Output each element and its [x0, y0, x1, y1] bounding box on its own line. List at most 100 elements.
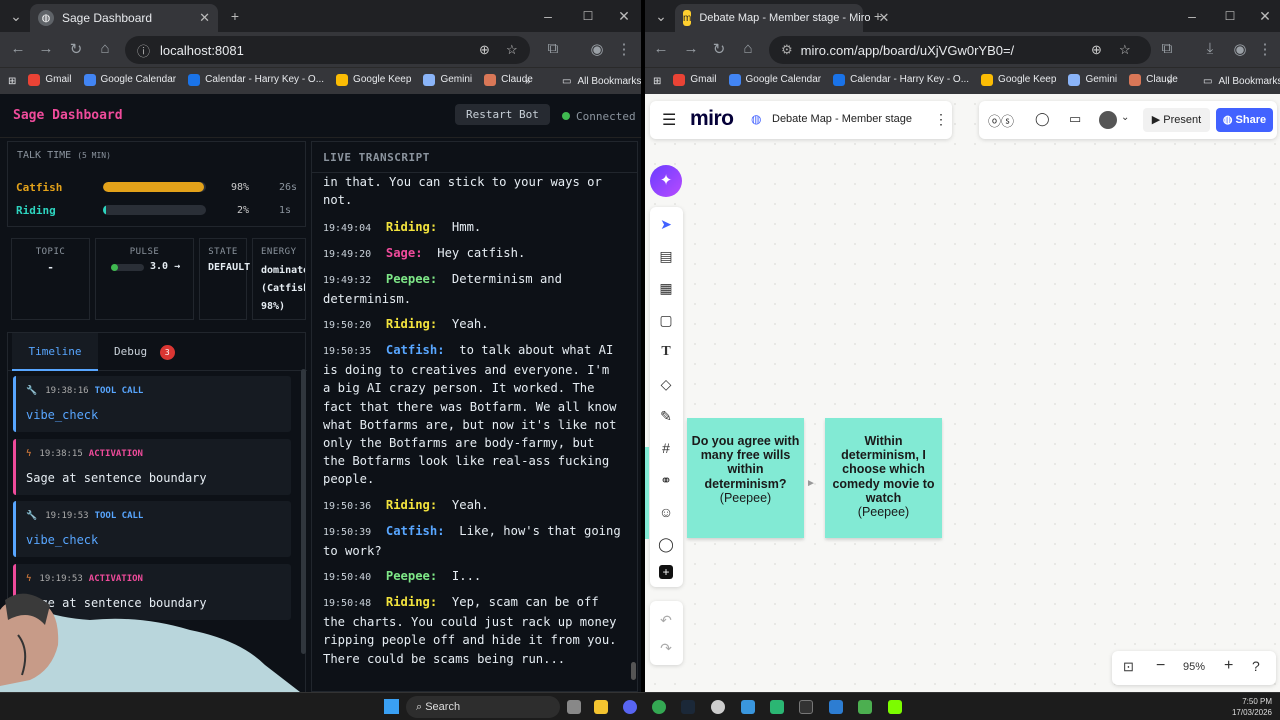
more-tools-icon[interactable]: +	[659, 565, 673, 579]
new-tab-icon[interactable]: +	[868, 6, 888, 26]
close-tab-icon[interactable]: ✕	[199, 10, 210, 26]
timeline-item[interactable]: 🔧 19:19:53 TOOL CALL vibe_check	[13, 501, 291, 557]
sticky-note[interactable]: Do you agree with many free wills within…	[687, 418, 804, 538]
text-tool-icon[interactable]: T	[657, 343, 675, 361]
bookmark-item[interactable]: Google Calendar	[83, 73, 176, 86]
avatar[interactable]	[1099, 111, 1117, 129]
templates-icon[interactable]: ▤	[657, 247, 675, 265]
bookmark-star-icon[interactable]: ☆	[506, 42, 518, 58]
redo-icon[interactable]: ↷	[657, 639, 675, 657]
comment-tool-icon[interactable]: ◯	[657, 535, 675, 553]
reload-icon[interactable]: ↻	[66, 40, 86, 58]
board-name[interactable]: Debate Map - Member stage	[772, 113, 912, 125]
bookmark-item[interactable]: Google Calendar	[728, 73, 821, 86]
steam-icon[interactable]	[681, 700, 695, 714]
tab-miro[interactable]: m Debate Map - Member stage - Miro ✕	[675, 4, 889, 32]
home-icon[interactable]: ⌂	[738, 40, 758, 57]
zoom-in-icon[interactable]: +	[1224, 657, 1233, 675]
tab-search-icon[interactable]: ⌄	[6, 6, 26, 26]
chrome-icon[interactable]	[652, 700, 666, 714]
apps-icon[interactable]: ⊞	[653, 76, 661, 87]
app-green-icon[interactable]	[770, 700, 784, 714]
offscreen-sticky[interactable]	[645, 447, 649, 539]
comments-icon[interactable]: ◯	[1035, 111, 1050, 127]
bookmark-item[interactable]: Gemini	[1068, 73, 1117, 86]
maximize-icon[interactable]: ☐	[1220, 6, 1240, 26]
miro-canvas[interactable]: ☰ miro ◍ Debate Map - Member stage ⋮ ⓞⓢ …	[645, 94, 1280, 692]
home-icon[interactable]: ⌂	[95, 40, 115, 57]
ai-assist-button[interactable]: ✦	[650, 165, 682, 197]
shapes-icon[interactable]: ◇	[657, 375, 675, 393]
taskbar-search[interactable]: ⌕ Search	[406, 696, 560, 718]
menu-icon[interactable]: ⋮	[1255, 40, 1275, 58]
more-bookmarks-icon[interactable]: »	[1167, 76, 1173, 87]
tab-debug[interactable]: Debug 3	[114, 345, 175, 360]
connector-icon[interactable]: ⚭	[657, 471, 675, 489]
undo-icon[interactable]: ↶	[657, 611, 675, 629]
timeline-item[interactable]: 🔧 19:38:16 TOOL CALL vibe_check	[13, 376, 291, 432]
frame-icon[interactable]: #	[657, 439, 675, 457]
zoom-out-icon[interactable]: −	[1156, 657, 1165, 675]
back-icon[interactable]: ←	[651, 40, 671, 57]
all-bookmarks[interactable]: ▭ All Bookmarks	[1203, 76, 1280, 87]
bookmark-item[interactable]: Calendar - Harry Key - O...	[833, 73, 969, 86]
apps-icon[interactable]: ⊞	[8, 76, 16, 87]
tab-search-icon[interactable]: ⌄	[651, 6, 671, 26]
zoom-icon[interactable]: ⊕	[479, 42, 490, 58]
present-button[interactable]: ▶ Present	[1143, 108, 1210, 132]
back-icon[interactable]: ←	[8, 40, 28, 57]
zoom-icon[interactable]: ⊕	[1091, 42, 1102, 58]
fit-screen-icon[interactable]: ⊡	[1123, 659, 1134, 675]
bookmark-item[interactable]: Calendar - Harry Key - O...	[188, 73, 324, 86]
tab-timeline[interactable]: Timeline	[12, 333, 98, 371]
timeline-scrollbar[interactable]	[301, 369, 306, 654]
chevron-down-icon[interactable]: ⌄	[1121, 112, 1129, 123]
task-view-icon[interactable]	[567, 700, 581, 714]
site-info-icon[interactable]: ⚙	[781, 42, 793, 58]
window-close-icon[interactable]: ✕	[1255, 6, 1275, 26]
vscode-icon[interactable]	[741, 700, 755, 714]
bookmark-item[interactable]: Gemini	[423, 73, 472, 86]
maximize-icon[interactable]: ☐	[578, 6, 598, 26]
extensions-icon[interactable]: ⧉	[1157, 40, 1177, 57]
sticky-note-icon[interactable]: ▢	[657, 311, 675, 329]
url-field[interactable]: ⚙ miro.com/app/board/uXjVGw0rYB0=/ ⊕ ☆	[769, 36, 1151, 64]
profile-icon[interactable]: ◉	[1230, 40, 1250, 58]
all-bookmarks[interactable]: ▭ All Bookmarks	[562, 76, 641, 87]
url-field[interactable]: ⓘ localhost:8081 ⊕ ☆	[125, 36, 530, 64]
notepad-icon[interactable]	[858, 700, 872, 714]
select-cursor-icon[interactable]: ➤	[657, 215, 675, 233]
board-menu-icon[interactable]: ⋮	[934, 111, 948, 128]
share-button[interactable]: ◍ Share	[1216, 108, 1273, 132]
reactions-icon[interactable]: ⓞⓢ	[988, 111, 1014, 130]
bookmark-item[interactable]: Gmail	[28, 73, 72, 86]
emoji-icon[interactable]: ☺	[657, 503, 675, 521]
help-icon[interactable]: ?	[1252, 658, 1260, 674]
forward-icon[interactable]: →	[681, 40, 701, 57]
profile-icon[interactable]: ◉	[587, 40, 607, 58]
miro-logo[interactable]: miro	[690, 107, 734, 131]
reload-icon[interactable]: ↻	[709, 40, 729, 58]
download-icon[interactable]: ⤓	[1200, 40, 1220, 57]
extensions-icon[interactable]: ⧉	[543, 40, 563, 57]
file-explorer-icon[interactable]	[594, 700, 608, 714]
system-clock[interactable]: 7:50 PM 17/03/2026	[1222, 696, 1272, 718]
app-arrow-icon[interactable]	[888, 700, 902, 714]
transcript-scrollbar[interactable]	[631, 662, 636, 680]
discord-icon[interactable]	[623, 700, 637, 714]
bookmark-item[interactable]: Google Keep	[336, 73, 411, 86]
start-button[interactable]	[384, 699, 399, 714]
app-icon[interactable]	[711, 700, 725, 714]
window-close-icon[interactable]: ✕	[614, 6, 634, 26]
minimize-icon[interactable]: –	[538, 6, 558, 26]
tab-sage-dashboard[interactable]: ◍ Sage Dashboard ✕	[30, 4, 218, 32]
powershell-icon[interactable]	[829, 700, 843, 714]
timeline-item[interactable]: ϟ 19:38:15 ACTIVATION Sage at sentence boun…	[13, 439, 291, 495]
zoom-level[interactable]: 95%	[1183, 661, 1205, 673]
bookmark-star-icon[interactable]: ☆	[1119, 42, 1131, 58]
restart-bot-button[interactable]: Restart Bot	[455, 104, 550, 125]
minimize-icon[interactable]: –	[1182, 6, 1202, 26]
sticky-note[interactable]: Within determinism, I choose which comed…	[825, 418, 942, 538]
bookmark-item[interactable]: Gmail	[673, 73, 717, 86]
terminal-icon[interactable]	[799, 700, 813, 714]
